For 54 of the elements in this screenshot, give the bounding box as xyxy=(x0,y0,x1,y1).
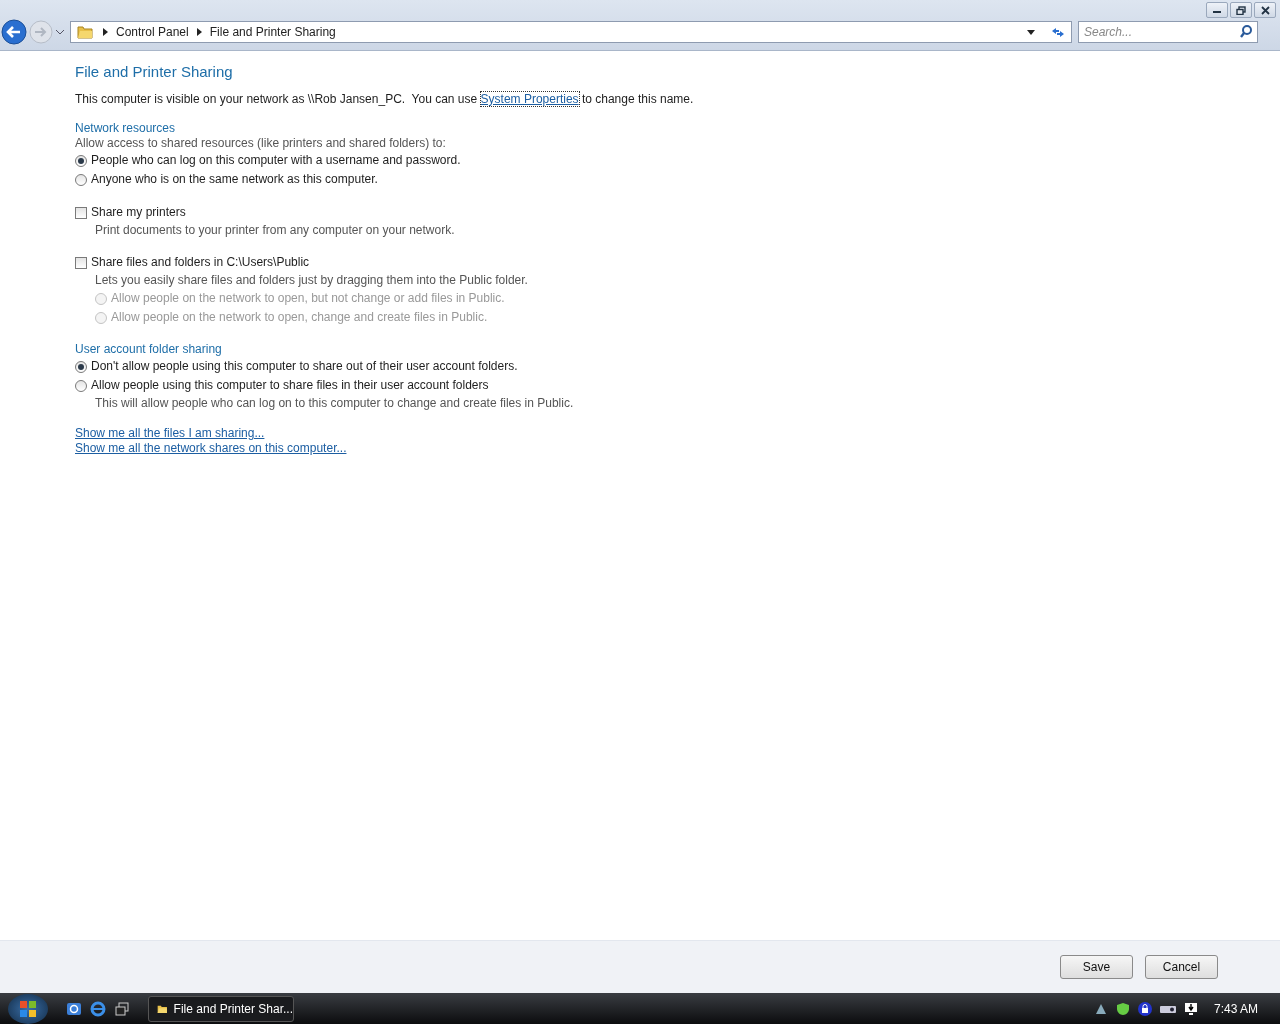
search-icon[interactable] xyxy=(1240,25,1253,39)
windows-logo-icon[interactable] xyxy=(18,998,38,1019)
radio-button[interactable] xyxy=(75,379,87,392)
cancel-button[interactable]: Cancel xyxy=(1145,955,1218,979)
page-link[interactable]: Show me all the files I am sharing... xyxy=(75,426,265,441)
checkbox-label[interactable]: Share files and folders in C:\Users\Public xyxy=(91,253,310,272)
section-note: Allow access to shared resources (like printers and shared folders) to: xyxy=(75,136,447,151)
start-button[interactable] xyxy=(8,993,48,1024)
restore-button[interactable] xyxy=(1230,2,1252,18)
device-icon[interactable] xyxy=(1159,1003,1176,1014)
system-properties-link[interactable]: System Properties xyxy=(480,92,579,106)
clock: 7:43 AM xyxy=(1213,1001,1258,1016)
close-button[interactable] xyxy=(1254,2,1276,18)
radio-button[interactable] xyxy=(75,154,87,167)
shield-icon[interactable] xyxy=(1115,1001,1130,1016)
lock-icon[interactable] xyxy=(1137,1001,1152,1016)
option-description: Print documents to your printer from any computer on your network. xyxy=(94,222,456,239)
option-description: This will allow people who can log on to this computer to change and create files in Public. xyxy=(94,395,575,412)
radio-button[interactable] xyxy=(75,360,87,373)
section-heading: User account folder sharing xyxy=(75,341,223,357)
radio-label[interactable]: Don't allow people using this computer to share out of their user account folders. xyxy=(91,357,518,376)
taskbar-button[interactable]: File and Printer Shar... xyxy=(148,995,294,1022)
option-description: Lets you easily share files and folders just by dragging them into the Public folder. xyxy=(94,272,529,289)
browser-icon[interactable] xyxy=(90,1000,106,1017)
back-button[interactable] xyxy=(1,19,27,45)
restore-icon[interactable] xyxy=(1236,5,1246,15)
taskbar-button-label: File and Printer Shar... xyxy=(173,1001,293,1016)
radio-label[interactable]: People who can log on this computer with a username and password. xyxy=(91,151,461,170)
section-heading: Network resources xyxy=(75,120,177,136)
breadcrumb-separator-icon xyxy=(196,28,202,36)
radio-button[interactable] xyxy=(75,173,87,186)
refresh-icon[interactable] xyxy=(1051,25,1065,39)
page-title: File and Printer Sharing xyxy=(75,63,234,80)
address-bar[interactable]: Control Panel File and Printer Sharing xyxy=(70,21,1072,43)
radio-label[interactable]: Allow people using this computer to share files in their user account folders xyxy=(91,376,489,395)
close-icon[interactable] xyxy=(1260,5,1270,15)
monitor-icon[interactable] xyxy=(1183,1001,1198,1016)
radio-label[interactable]: Anyone who is on the same network as this computer. xyxy=(91,170,378,189)
intro-text: This computer is visible on your network as \\Rob Jansen_PC. You can use System Properties to change this name. xyxy=(75,92,695,106)
breadcrumb-item[interactable]: File and Printer Sharing xyxy=(209,25,336,39)
page-link[interactable]: Show me all the network shares on this computer... xyxy=(75,441,347,456)
minimize-button[interactable] xyxy=(1206,2,1228,18)
checkbox[interactable] xyxy=(75,206,87,219)
folder-icon xyxy=(77,25,93,39)
mail-icon[interactable] xyxy=(66,1000,82,1017)
checkbox[interactable] xyxy=(75,256,87,269)
save-button[interactable]: Save xyxy=(1060,955,1133,979)
windows-stack-icon[interactable] xyxy=(114,1000,130,1017)
dropdown-arrow-icon[interactable] xyxy=(1027,29,1035,35)
breadcrumb-item[interactable]: Control Panel xyxy=(116,25,189,39)
breadcrumb-separator-icon xyxy=(103,28,108,36)
checkbox-label[interactable]: Share my printers xyxy=(91,203,186,222)
history-dropdown-icon[interactable] xyxy=(56,29,64,35)
search-field[interactable]: Search... xyxy=(1078,21,1258,43)
